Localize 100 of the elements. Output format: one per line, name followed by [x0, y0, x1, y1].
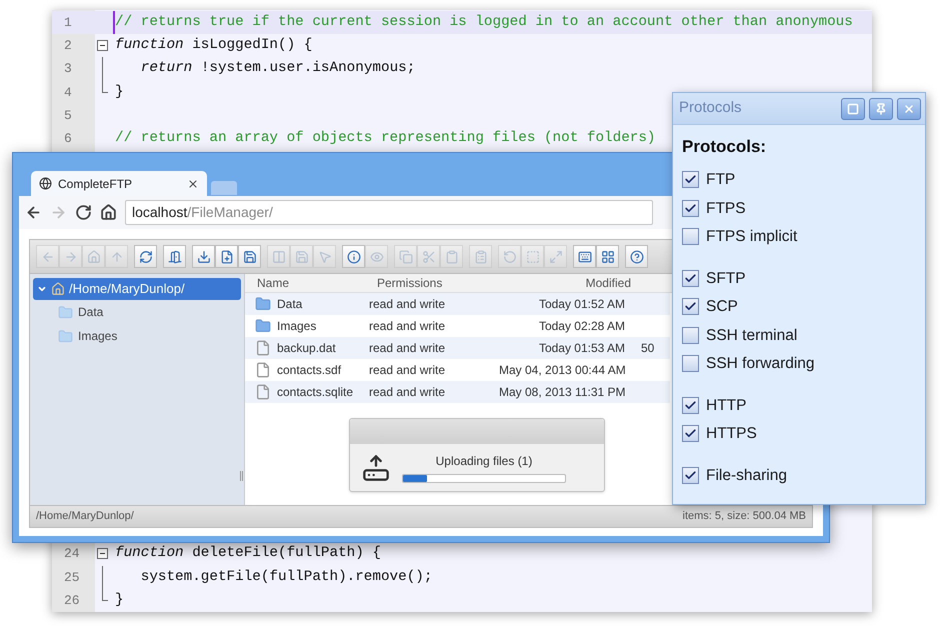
tree-item[interactable]: Data — [55, 300, 241, 324]
folder-icon — [58, 328, 73, 344]
line-number: 3 — [63, 60, 73, 78]
file-name: backup.dat — [277, 340, 336, 357]
copy-icon — [398, 250, 412, 264]
checkbox-label: SFTP — [706, 268, 746, 289]
column-header[interactable]: Permissions — [375, 274, 505, 292]
modified-cell-text: Today 01:53 AM — [538, 340, 625, 357]
title-bar-button[interactable] — [897, 98, 921, 120]
globe-icon — [39, 177, 52, 190]
title-bar-button[interactable] — [841, 98, 865, 120]
back-icon[interactable] — [25, 204, 42, 221]
expand-icon — [548, 250, 562, 264]
checkbox[interactable] — [682, 228, 699, 246]
checkbox-label: SSH forwarding — [706, 354, 815, 374]
check-icon — [684, 468, 697, 482]
status-path: /Home/MaryDunlop/ — [36, 509, 134, 524]
toolbar-button[interactable] — [573, 245, 596, 268]
line-number: 24 — [63, 545, 81, 564]
modified-cell-text: May 04, 2013 00:44 AM — [499, 362, 625, 379]
tab-title: CompleteFTP — [58, 176, 134, 192]
checkbox[interactable] — [682, 270, 699, 287]
folder-icon — [255, 318, 271, 334]
browser-tab[interactable]: CompleteFTP — [31, 171, 207, 196]
checkbox[interactable] — [682, 466, 699, 484]
tree-item[interactable]: /Home/MaryDunlop/ — [33, 278, 241, 300]
collapse-icon[interactable] — [97, 40, 108, 52]
eye-icon — [370, 250, 384, 264]
code-line: } — [115, 84, 124, 100]
line-number: 1 — [63, 14, 73, 32]
door-icon — [168, 250, 182, 264]
checkbox[interactable] — [682, 396, 699, 414]
modified-cell-text: Today 02:28 AM — [538, 318, 625, 335]
columns-icon — [272, 250, 286, 264]
checkbox[interactable] — [682, 200, 699, 217]
url-host: localhost — [132, 203, 188, 222]
folder-icon — [255, 296, 271, 312]
collapse-icon[interactable] — [97, 548, 108, 560]
help-icon — [630, 250, 644, 264]
home-icon — [86, 250, 100, 264]
file-row[interactable]: Data read and write Today 01:52 AM — [245, 293, 670, 315]
code-line: } — [115, 592, 124, 608]
upload-message: Uploading files (1) — [436, 453, 532, 470]
file-icon — [255, 362, 271, 378]
check-icon — [684, 398, 697, 412]
checkbox[interactable] — [682, 171, 699, 188]
permissions-cell-text: read and write — [369, 384, 446, 401]
modified-cell-text: May 08, 2013 11:31 PM — [499, 384, 625, 401]
splitter-grip[interactable] — [240, 471, 243, 481]
checkbox[interactable] — [682, 298, 699, 316]
home-icon[interactable] — [100, 204, 117, 221]
checkbox-label: File-sharing — [706, 466, 787, 486]
file-name: contacts.sdf — [277, 362, 342, 379]
save-icon — [294, 250, 308, 264]
line-number: 4 — [63, 84, 73, 102]
size-cell-text: 50 — [641, 340, 654, 357]
address-bar[interactable]: localhost/FileManager/ — [125, 200, 653, 225]
rotate-icon — [502, 250, 516, 264]
line-number: 26 — [63, 592, 81, 610]
toolbar-button[interactable] — [192, 245, 215, 268]
column-header[interactable]: Modified — [505, 274, 631, 292]
column-header[interactable]: Name — [245, 274, 375, 292]
close-icon — [903, 102, 915, 114]
grid-icon — [600, 250, 614, 264]
line-number: 25 — [63, 568, 81, 587]
file-row[interactable]: backup.dat read and write Today 01:53 AM 50 — [245, 337, 670, 359]
checkbox-label: SCP — [706, 297, 738, 318]
tree-item[interactable]: Images — [55, 324, 241, 348]
line-number: 5 — [63, 106, 73, 125]
line-number: 6 — [63, 130, 73, 148]
file-row[interactable]: contacts.sqlite read and write May 08, 2013 11:31 PM — [245, 381, 670, 403]
code-line: function isLoggedIn() { — [115, 37, 312, 54]
checkbox-label: HTTPS — [706, 424, 757, 444]
checkbox[interactable] — [682, 425, 699, 442]
checkbox-label: SSH terminal — [706, 326, 798, 346]
select-icon — [526, 250, 540, 264]
check-icon — [684, 202, 697, 215]
permissions-cell-text: read and write — [369, 296, 446, 313]
title-bar-button[interactable] — [869, 98, 893, 120]
code-line: return !system.user.isAnonymous; — [140, 60, 416, 76]
line-number: 2 — [63, 37, 73, 56]
expand-icon[interactable] — [37, 284, 47, 294]
toolbar-button[interactable] — [163, 245, 186, 268]
toolbar-button[interactable] — [342, 245, 365, 268]
toolbar-button[interactable] — [238, 245, 261, 268]
checkbox[interactable] — [682, 326, 699, 344]
section-heading: Protocols: — [682, 136, 768, 158]
toolbar-button[interactable] — [134, 245, 157, 268]
file-plus-icon — [220, 250, 234, 264]
status-summary: items: 5, size: 500.04 MB — [682, 509, 806, 524]
toolbar-button[interactable] — [625, 245, 648, 268]
file-name: Data — [277, 296, 302, 313]
reload-icon[interactable] — [75, 204, 92, 221]
close-icon[interactable] — [187, 178, 199, 190]
toolbar-button[interactable] — [215, 245, 238, 268]
toolbar-button[interactable] — [596, 245, 619, 268]
code-line: system.getFile(fullPath).remove(); — [140, 568, 432, 585]
checkbox[interactable] — [682, 355, 699, 372]
clipboard-icon — [474, 250, 488, 264]
checkbox-label: FTPS implicit — [706, 227, 798, 248]
